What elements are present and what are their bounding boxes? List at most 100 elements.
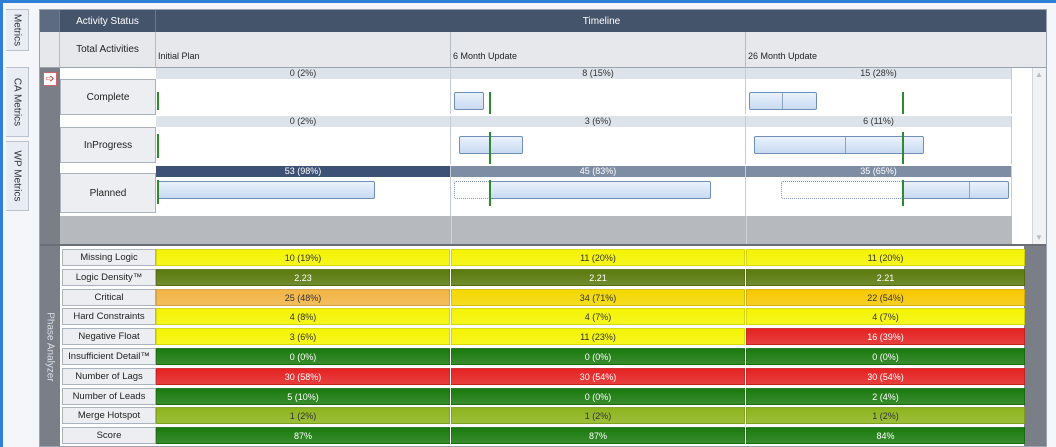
metric-label[interactable]: Logic Density™ — [62, 269, 156, 286]
cell-inprogress-26m[interactable]: 6 (11%) — [746, 116, 1012, 164]
metric-cell[interactable]: 84% — [746, 427, 1025, 444]
metric-cell[interactable]: 1 (2%) — [156, 407, 450, 424]
phase-analyzer-label: Phase Analyzer — [40, 246, 60, 446]
metric-cell[interactable]: 22 (54%) — [746, 289, 1025, 306]
tab-ca-metrics[interactable]: CA Metrics — [6, 67, 29, 137]
metric-cell[interactable]: 87% — [451, 427, 745, 444]
timeline-header: Timeline — [156, 10, 1046, 32]
status-date-marker — [902, 132, 904, 164]
metric-cell[interactable]: 0 (0%) — [156, 348, 450, 365]
tab-wp-metrics[interactable]: WP Metrics — [6, 141, 29, 211]
metric-label[interactable]: Insufficient Detail™ — [62, 348, 156, 365]
activity-bar[interactable] — [489, 181, 711, 199]
activity-bar[interactable] — [454, 92, 484, 110]
header-corner-lower — [40, 32, 60, 68]
activity-bar[interactable] — [459, 136, 523, 154]
cell-planned-26m[interactable]: 35 (65%) — [746, 166, 1012, 216]
metric-cell[interactable]: 16 (39%) — [746, 328, 1025, 345]
metric-label[interactable]: Negative Float — [62, 328, 156, 345]
total-activities-header: Total Activities — [60, 32, 156, 68]
row-label-inprogress: InProgress — [60, 127, 156, 163]
activity-bar-baseline — [781, 181, 903, 199]
metric-cell[interactable]: 34 (71%) — [451, 289, 745, 306]
value-inprogress-26m: 6 (11%) — [746, 116, 1011, 127]
metric-cell[interactable]: 30 (58%) — [156, 368, 450, 385]
cell-planned-6m[interactable]: 45 (83%) — [451, 166, 746, 216]
metric-cell[interactable]: 2.21 — [451, 269, 745, 286]
value-planned-initial: 53 (98%) — [156, 166, 450, 177]
metric-cell[interactable]: 2 (4%) — [746, 388, 1025, 405]
cell-inprogress-6m[interactable]: 3 (6%) — [451, 116, 746, 164]
metric-cell[interactable]: 1 (2%) — [746, 407, 1025, 424]
activity-bar[interactable] — [902, 181, 1009, 199]
metric-cell[interactable]: 5 (10%) — [156, 388, 450, 405]
metric-label[interactable]: Score — [62, 427, 156, 444]
row-label-complete: Complete — [60, 79, 156, 115]
status-date-marker — [157, 134, 159, 158]
phase-analyzer-text: Phase Analyzer — [44, 312, 56, 382]
metric-label[interactable]: Merge Hotspot — [62, 407, 156, 424]
metric-cell[interactable]: 30 (54%) — [451, 368, 745, 385]
column-header-initial-plan[interactable]: Initial Plan — [156, 32, 451, 68]
header-corner — [40, 10, 60, 32]
side-tab-strip: Metrics CA Metrics WP Metrics — [6, 9, 29, 445]
metric-cell[interactable]: 11 (20%) — [451, 249, 745, 266]
metric-cell[interactable]: 10 (19%) — [156, 249, 450, 266]
scroll-up-icon[interactable]: ▲ — [1035, 70, 1043, 79]
metric-label[interactable]: Hard Constraints — [62, 308, 156, 325]
metric-cell[interactable]: 4 (7%) — [746, 308, 1025, 325]
cell-complete-6m[interactable]: 8 (15%) — [451, 68, 746, 114]
activity-bar-baseline — [454, 181, 490, 199]
activity-bar[interactable] — [754, 136, 924, 154]
tab-ca-metrics-label: CA Metrics — [11, 77, 23, 127]
status-left-strip — [40, 68, 60, 244]
metric-cell[interactable]: 11 (20%) — [746, 249, 1025, 266]
window-frame: Metrics CA Metrics WP Metrics Activity S… — [0, 0, 1056, 447]
column-divider — [746, 216, 747, 244]
expand-arrow-icon[interactable]: ➩ — [43, 72, 57, 86]
metric-cell[interactable]: 30 (54%) — [746, 368, 1025, 385]
value-planned-26m: 35 (65%) — [746, 166, 1011, 177]
metric-cell[interactable]: 2.23 — [156, 269, 450, 286]
metrics-board: Activity Status Timeline Total Activitie… — [39, 9, 1047, 447]
vertical-scrollbar[interactable]: ▲ ▼ — [1032, 68, 1046, 244]
metric-cell[interactable]: 25 (48%) — [156, 289, 450, 306]
metric-label[interactable]: Number of Leads — [62, 388, 156, 405]
value-complete-26m: 15 (28%) — [746, 68, 1011, 79]
status-date-marker — [157, 92, 159, 110]
metric-label[interactable]: Number of Lags — [62, 368, 156, 385]
cell-complete-initial[interactable]: 0 (2%) — [156, 68, 451, 114]
tab-wp-metrics-label: WP Metrics — [11, 150, 23, 202]
column-header-26-month-label: 26 Month Update — [748, 51, 818, 61]
metric-cell[interactable]: 0 (0%) — [451, 388, 745, 405]
metric-label[interactable]: Critical — [62, 289, 156, 306]
metric-cell[interactable]: 0 (0%) — [746, 348, 1025, 365]
scroll-down-icon[interactable]: ▼ — [1035, 233, 1043, 242]
cell-complete-26m[interactable]: 15 (28%) — [746, 68, 1012, 114]
metric-cell[interactable]: 4 (7%) — [451, 308, 745, 325]
cell-planned-initial[interactable]: 53 (98%) — [156, 166, 451, 216]
tab-metrics[interactable]: Metrics — [6, 9, 29, 51]
column-header-26-month-update[interactable]: 26 Month Update — [746, 32, 1046, 68]
metric-cell[interactable]: 1 (2%) — [451, 407, 745, 424]
column-header-initial-plan-label: Initial Plan — [158, 51, 200, 61]
metric-cell[interactable]: 4 (8%) — [156, 308, 450, 325]
metric-cell[interactable]: 11 (23%) — [451, 328, 745, 345]
section-separator — [40, 244, 1046, 246]
metric-cell[interactable]: 0 (0%) — [451, 348, 745, 365]
column-header-6-month-update[interactable]: 6 Month Update — [451, 32, 746, 68]
value-complete-6m: 8 (15%) — [451, 68, 745, 79]
metric-cell[interactable]: 3 (6%) — [156, 328, 450, 345]
metric-cell[interactable]: 2.21 — [746, 269, 1025, 286]
activity-bar[interactable] — [749, 92, 817, 110]
status-date-marker — [489, 132, 491, 164]
cell-inprogress-initial[interactable]: 0 (2%) — [156, 116, 451, 164]
column-divider — [451, 216, 452, 244]
metric-cell[interactable]: 87% — [156, 427, 450, 444]
value-inprogress-initial: 0 (2%) — [156, 116, 450, 127]
status-date-marker — [157, 180, 159, 204]
metric-label[interactable]: Missing Logic — [62, 249, 156, 266]
status-footer-band — [60, 216, 1012, 244]
activity-status-header: Activity Status — [60, 10, 156, 32]
activity-bar[interactable] — [157, 181, 375, 199]
